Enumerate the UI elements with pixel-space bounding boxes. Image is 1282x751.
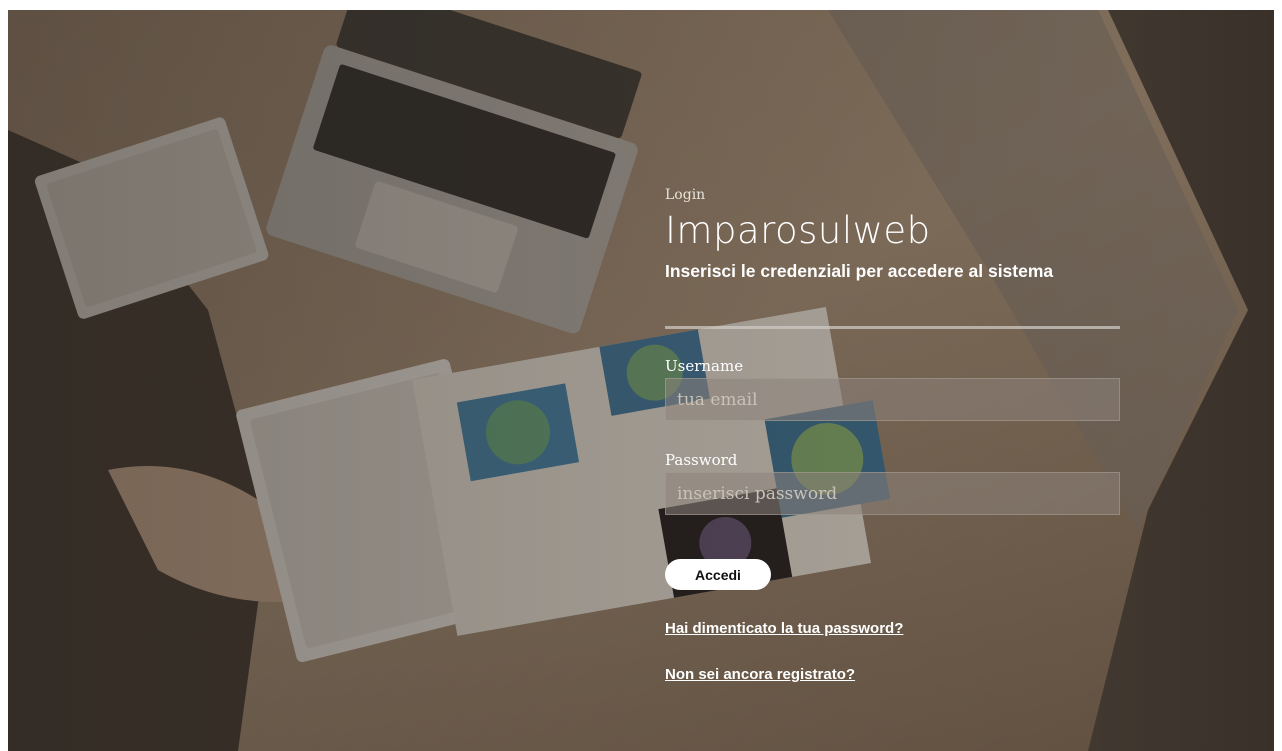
register-row: Non sei ancora registrato?: [665, 638, 1120, 684]
password-label: Password: [665, 451, 738, 469]
login-button[interactable]: Accedi: [665, 559, 771, 590]
register-link[interactable]: Non sei ancora registrato?: [665, 666, 855, 684]
login-form: Login Imparosulweb Inserisci le credenzi…: [665, 186, 1120, 684]
forgot-password-row: Hai dimenticato la tua password?: [665, 590, 1120, 638]
password-input[interactable]: [665, 472, 1120, 515]
login-subtitle: Inserisci le credenziali per accedere al…: [665, 261, 1054, 281]
username-input[interactable]: [665, 378, 1120, 421]
divider: [665, 326, 1120, 329]
username-label: Username: [665, 357, 744, 375]
login-eyebrow: Login: [665, 187, 706, 203]
forgot-password-link[interactable]: Hai dimenticato la tua password?: [665, 620, 903, 638]
app-title: Imparosulweb: [665, 209, 931, 252]
login-page: Login Imparosulweb Inserisci le credenzi…: [8, 10, 1274, 751]
